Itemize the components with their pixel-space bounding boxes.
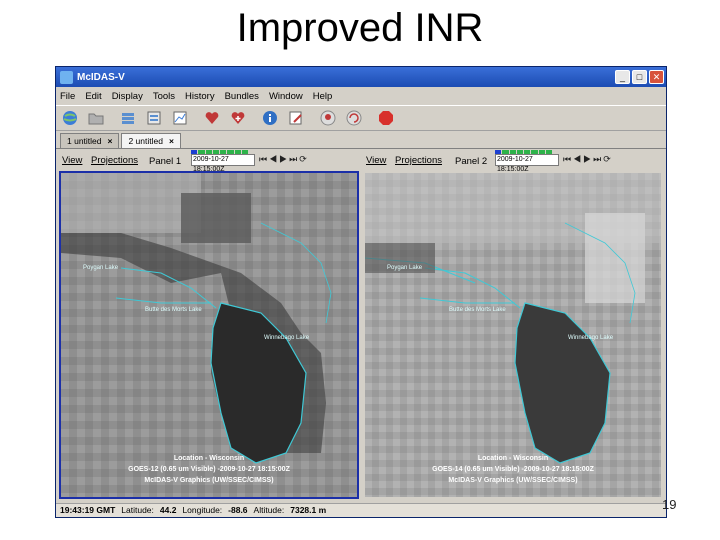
- map-view[interactable]: Poygan Lake Butte des Morts Lake Winneba…: [363, 171, 663, 499]
- app-icon: [60, 70, 73, 84]
- map-caption-location: Location - Wisconsin: [173, 455, 245, 462]
- time-select[interactable]: 2009-10-27 18:15:00Z: [191, 154, 255, 173]
- menu-file[interactable]: File: [60, 91, 75, 102]
- status-bar: 19:43:19 GMT Latitude: 44.2 Longitude: -…: [56, 503, 666, 517]
- tab-label: 2 untitled: [128, 136, 163, 146]
- menu-bar: File Edit Display Tools History Bundles …: [56, 87, 666, 105]
- panel-label: Panel 2: [455, 156, 488, 167]
- edit-icon[interactable]: [286, 108, 306, 128]
- tab-bar: 1 untitled × 2 untitled ×: [56, 131, 666, 149]
- longitude-value: -88.6: [228, 505, 248, 515]
- user-icon[interactable]: [318, 108, 338, 128]
- menu-display[interactable]: Display: [112, 91, 143, 102]
- menu-edit[interactable]: Edit: [85, 91, 101, 102]
- close-button[interactable]: ✕: [649, 70, 664, 84]
- map-caption-credit: McIDAS-V Graphics (UW/SSEC/CIMSS): [144, 477, 274, 484]
- lake-label: Poygan Lake: [83, 265, 119, 271]
- panel-label: Panel 1: [149, 156, 182, 167]
- heart-plus-icon[interactable]: [228, 108, 248, 128]
- map-caption-credit: McIDAS-V Graphics (UW/SSEC/CIMSS): [448, 477, 578, 484]
- status-time: 19:43:19 GMT: [60, 505, 116, 515]
- panel-toolbar: View Projections Panel 1 2009-10-27 18:1…: [59, 149, 361, 173]
- menu-help[interactable]: Help: [313, 91, 333, 102]
- info-icon[interactable]: [260, 108, 280, 128]
- heart-icon[interactable]: [202, 108, 222, 128]
- panel-toolbar: View Projections Panel 2 2009-10-27 18:1…: [363, 149, 665, 173]
- tab-close-icon[interactable]: ×: [169, 136, 174, 146]
- menu-bundles[interactable]: Bundles: [225, 91, 259, 102]
- animation-controls[interactable]: ⏮◀▶⏭⟳: [259, 154, 309, 165]
- stack-icon[interactable]: [118, 108, 138, 128]
- longitude-label: Longitude:: [182, 505, 223, 515]
- main-toolbar: [56, 105, 666, 131]
- lake-label: Butte des Morts Lake: [145, 307, 202, 313]
- mcidas-window: McIDAS-V _ □ ✕ File Edit Display Tools H…: [55, 66, 667, 518]
- view-menu[interactable]: View: [366, 155, 386, 166]
- menu-history[interactable]: History: [185, 91, 215, 102]
- maximize-button[interactable]: □: [632, 70, 647, 84]
- lake-label: Poygan Lake: [387, 265, 423, 271]
- stop-icon[interactable]: [376, 108, 396, 128]
- projections-menu[interactable]: Projections: [91, 155, 138, 166]
- globe-icon[interactable]: [60, 108, 80, 128]
- lake-label: Butte des Morts Lake: [449, 307, 506, 313]
- lake-label: Winnebago Lake: [568, 335, 614, 341]
- title-bar[interactable]: McIDAS-V _ □ ✕: [56, 67, 666, 87]
- latitude-value: 44.2: [159, 505, 177, 515]
- panel-2: View Projections Panel 2 2009-10-27 18:1…: [363, 149, 665, 499]
- map-caption-satellite: GOES-12 (0.65 um Visible) -2009-10-27 18…: [128, 466, 290, 473]
- lake-label: Winnebago Lake: [264, 335, 310, 341]
- animation-controls[interactable]: ⏮◀▶⏭⟳: [563, 154, 613, 165]
- refresh-icon[interactable]: [344, 108, 364, 128]
- map-caption-location: Location - Wisconsin: [477, 455, 549, 462]
- latitude-label: Latitude:: [121, 505, 154, 515]
- altitude-value: 7328.1 m: [290, 505, 327, 515]
- tab-close-icon[interactable]: ×: [108, 136, 113, 146]
- folder-icon[interactable]: [86, 108, 106, 128]
- chart-icon[interactable]: [170, 108, 190, 128]
- time-select[interactable]: 2009-10-27 18:15:00Z: [495, 154, 559, 173]
- projections-menu[interactable]: Projections: [395, 155, 442, 166]
- layers-icon[interactable]: [144, 108, 164, 128]
- panel-1: View Projections Panel 1 2009-10-27 18:1…: [59, 149, 361, 499]
- tab-label: 1 untitled: [67, 136, 102, 146]
- minimize-button[interactable]: _: [615, 70, 630, 84]
- window-title: McIDAS-V: [77, 71, 125, 83]
- map-view[interactable]: Poygan Lake Butte des Morts Lake Winneba…: [59, 171, 359, 499]
- menu-tools[interactable]: Tools: [153, 91, 175, 102]
- altitude-label: Altitude:: [253, 505, 285, 515]
- slide-number: 19: [662, 497, 677, 512]
- map-caption-satellite: GOES-14 (0.65 um Visible) -2009-10-27 18…: [432, 466, 594, 473]
- view-menu[interactable]: View: [62, 155, 82, 166]
- tab-1-untitled[interactable]: 1 untitled ×: [60, 133, 120, 148]
- menu-window[interactable]: Window: [269, 91, 303, 102]
- slide-title: Improved INR: [236, 6, 484, 50]
- tab-2-untitled[interactable]: 2 untitled ×: [121, 133, 181, 148]
